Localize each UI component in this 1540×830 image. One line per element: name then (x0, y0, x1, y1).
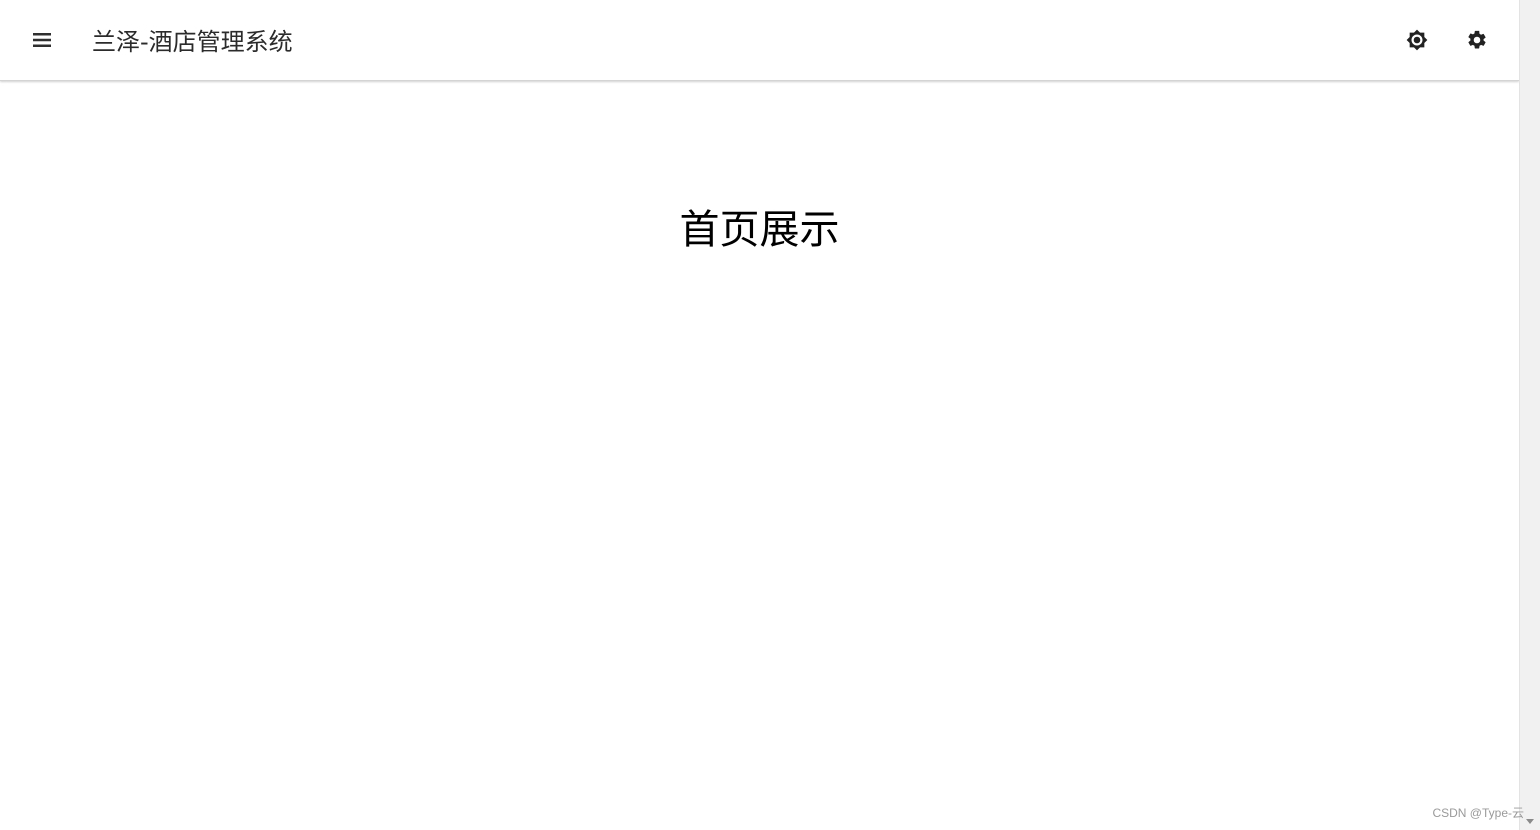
main-content: 首页展示 (0, 81, 1519, 830)
page-heading: 首页展示 (679, 207, 840, 253)
app-title: 兰泽-酒店管理系统 (92, 28, 293, 56)
scroll-down-icon[interactable] (1526, 819, 1534, 824)
gear-icon (1466, 29, 1488, 51)
brightness-icon (1406, 29, 1428, 51)
app-window: 兰泽-酒店管理系统 首页展示 (0, 0, 1519, 830)
menu-icon (33, 33, 51, 47)
theme-toggle-button[interactable] (1397, 20, 1437, 60)
vertical-scrollbar[interactable] (1519, 0, 1540, 830)
app-bar: 兰泽-酒店管理系统 (0, 0, 1519, 81)
menu-button[interactable] (22, 20, 62, 60)
watermark: CSDN @Type-云 (1432, 806, 1524, 820)
settings-button[interactable] (1457, 20, 1497, 60)
